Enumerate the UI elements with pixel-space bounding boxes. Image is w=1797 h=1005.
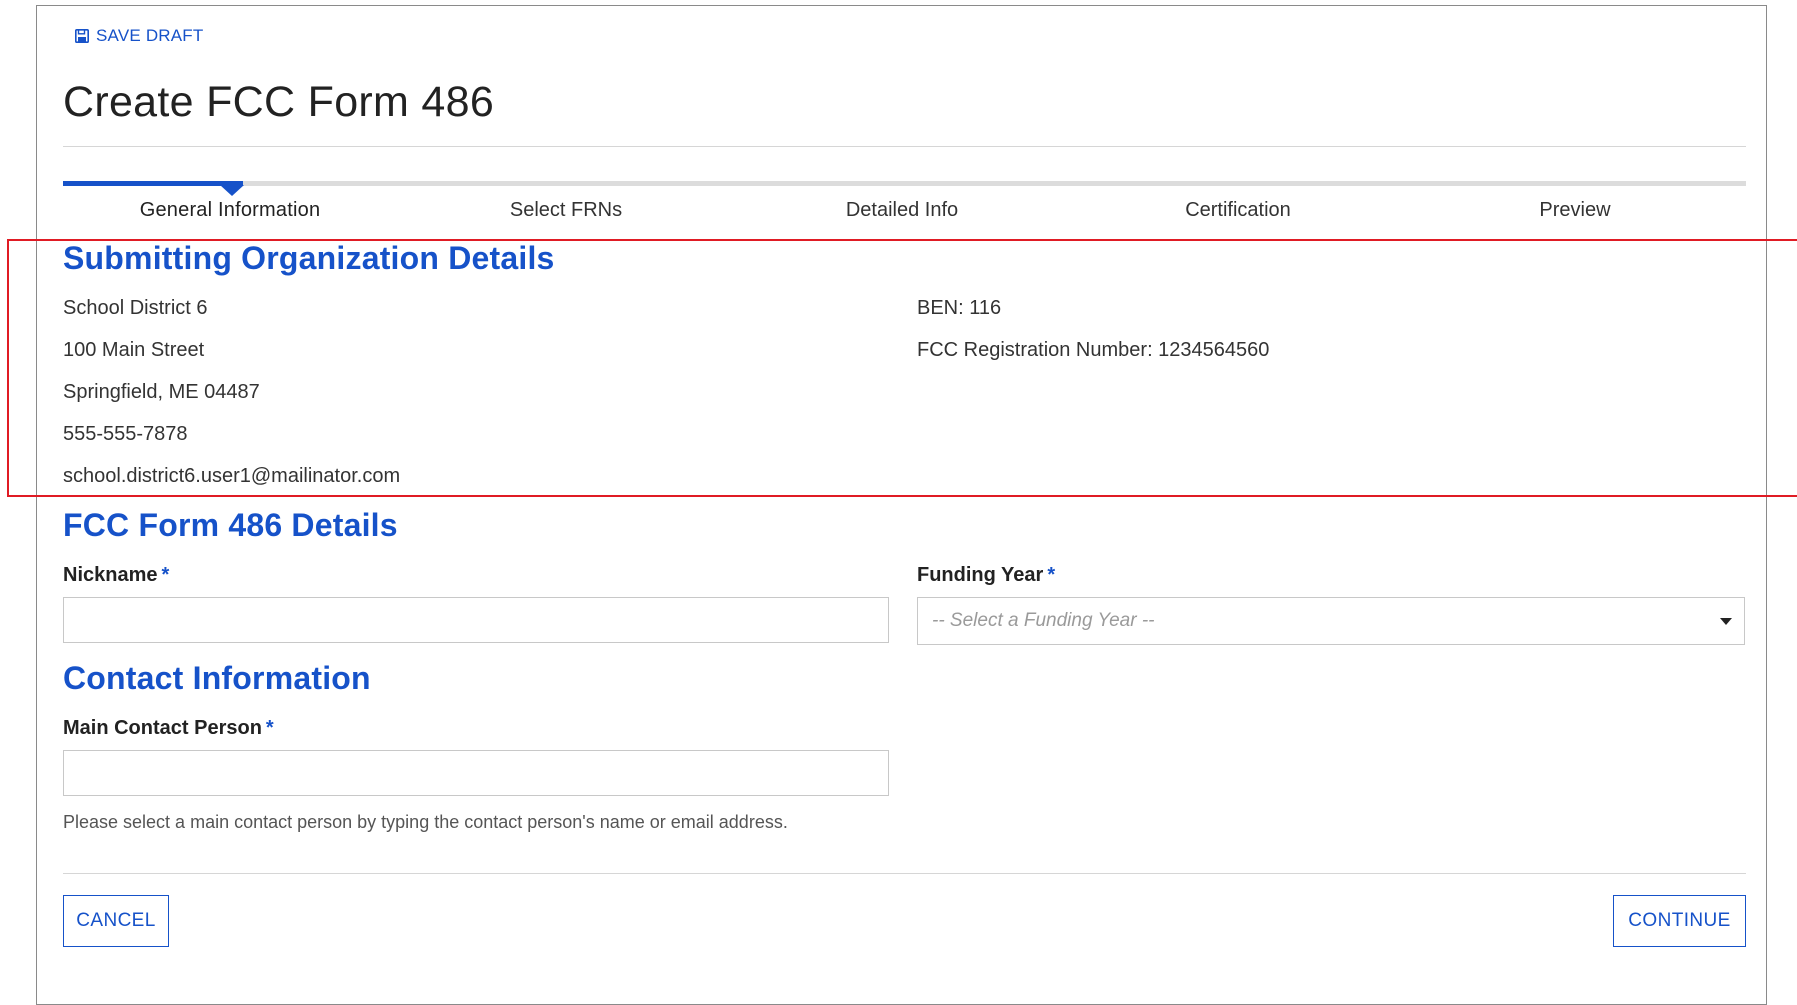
step-general-information[interactable]: General Information (140, 199, 321, 222)
contact-heading: Contact Information (63, 660, 371, 696)
title-divider (63, 146, 1746, 147)
page-frame (36, 5, 1767, 1005)
step-preview[interactable]: Preview (1539, 199, 1610, 222)
funding-year-label: Funding Year * (917, 564, 1055, 587)
required-marker: * (161, 564, 170, 586)
continue-button[interactable]: CONTINUE (1613, 895, 1746, 947)
page-title: Create FCC Form 486 (63, 78, 495, 126)
nickname-label: Nickname * (63, 564, 169, 587)
main-contact-label: Main Contact Person * (63, 717, 274, 740)
save-draft-label: SAVE DRAFT (96, 26, 204, 45)
org-phone: 555-555-7878 (63, 423, 188, 445)
main-contact-help-text: Please select a main contact person by t… (63, 812, 788, 832)
org-details-heading: Submitting Organization Details (63, 240, 555, 276)
nickname-label-text: Nickname (63, 564, 158, 586)
required-marker: * (1047, 564, 1056, 586)
save-draft-button[interactable]: SAVE DRAFT (75, 26, 203, 46)
step-detailed-info[interactable]: Detailed Info (846, 199, 958, 222)
main-contact-input[interactable] (63, 750, 889, 796)
stepper-active-indicator (63, 181, 243, 186)
floppy-disk-icon (75, 29, 89, 43)
main-contact-label-text: Main Contact Person (63, 717, 262, 739)
org-ben: BEN: 116 (917, 297, 1002, 319)
stepper-caret-icon (220, 185, 244, 196)
funding-year-placeholder: -- Select a Funding Year -- (932, 610, 1155, 631)
form-details-heading: FCC Form 486 Details (63, 507, 398, 543)
actions-divider (63, 873, 1746, 874)
org-name: School District 6 (63, 297, 208, 319)
org-fcc-registration: FCC Registration Number: 1234564560 (917, 339, 1270, 361)
org-city-state-zip: Springfield, ME 04487 (63, 381, 260, 403)
org-email: school.district6.user1@mailinator.com (63, 465, 401, 487)
step-select-frns[interactable]: Select FRNs (510, 199, 622, 222)
funding-year-select[interactable]: -- Select a Funding Year -- (917, 597, 1745, 645)
cancel-button[interactable]: CANCEL (63, 895, 169, 947)
org-street: 100 Main Street (63, 339, 205, 361)
step-certification[interactable]: Certification (1185, 199, 1291, 222)
funding-year-label-text: Funding Year (917, 564, 1044, 586)
required-marker: * (265, 717, 274, 739)
stepper-track (63, 181, 1746, 186)
caret-down-icon (1720, 618, 1732, 625)
nickname-input[interactable] (63, 597, 889, 643)
